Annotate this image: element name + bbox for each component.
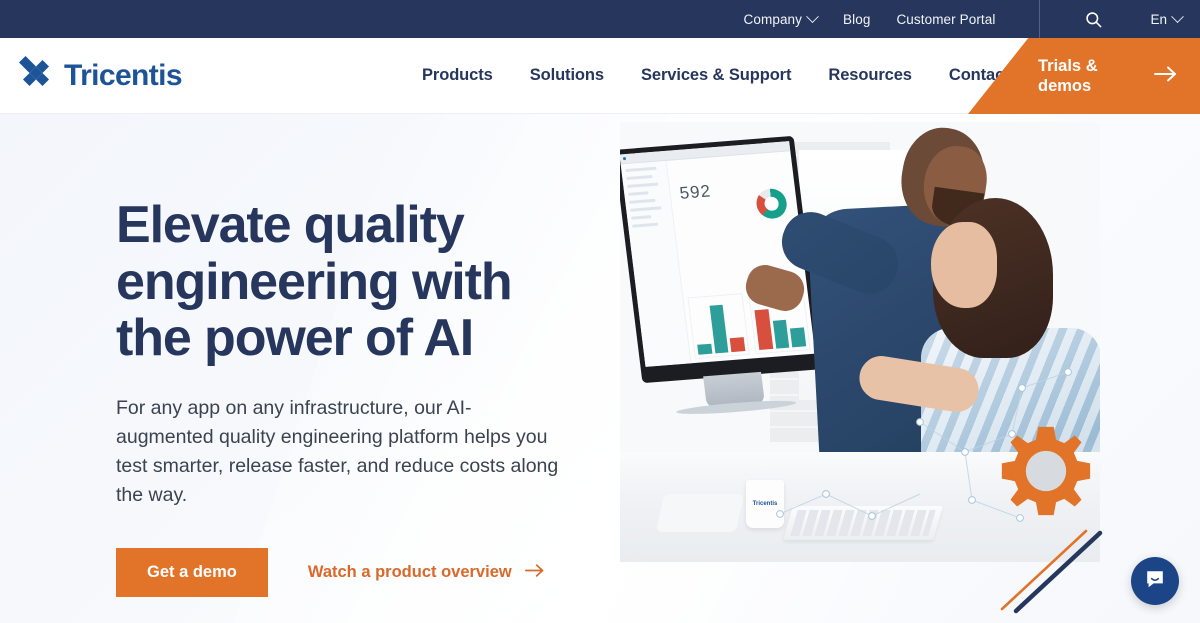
dashboard-sidebar-row — [626, 174, 653, 181]
utility-link-blog[interactable]: Blog — [843, 12, 870, 27]
dashboard-sidebar-row — [632, 222, 659, 228]
bar — [754, 309, 773, 350]
accent-lines-icon — [1000, 529, 1103, 614]
person-face — [931, 222, 997, 308]
dashboard-sidebar-row — [630, 206, 662, 212]
dashboard-logo-dot — [622, 157, 627, 161]
bar — [709, 305, 729, 354]
trials-demos-label: Trials & demos — [1038, 56, 1098, 95]
bar — [730, 337, 746, 353]
hero-title: Elevate quality engineering with the pow… — [116, 196, 513, 368]
utility-link-blog-label: Blog — [843, 11, 871, 27]
chevron-down-icon — [1171, 9, 1184, 23]
dashboard-bar-chart — [687, 293, 750, 360]
utility-link-company-label: Company — [743, 11, 803, 27]
search-icon[interactable] — [1080, 6, 1106, 32]
utility-link-customer-portal[interactable]: Customer Portal — [896, 12, 995, 27]
utility-divider — [1039, 0, 1041, 38]
desk-mug: Tricentis — [746, 480, 784, 528]
utility-link-company[interactable]: Company — [743, 9, 819, 27]
desk-keyboard — [783, 506, 943, 540]
trials-demos-button[interactable]: Trials & demos — [968, 38, 1200, 114]
bar — [697, 344, 713, 355]
main-navigation: Tricentis Products Solutions Services & … — [0, 38, 1200, 114]
logo-home-link[interactable]: Tricentis — [17, 56, 183, 95]
primary-nav-links: Products Solutions Services & Support Re… — [422, 66, 1010, 85]
utility-links: Company Blog Customer Portal En — [743, 0, 1184, 38]
chevron-down-icon — [806, 9, 819, 23]
chat-widget-button[interactable] — [1131, 557, 1179, 605]
get-a-demo-button[interactable]: Get a demo — [116, 548, 268, 597]
dashboard-sidebar-row — [627, 182, 659, 188]
utility-bar: Company Blog Customer Portal En — [0, 0, 1200, 38]
hero-actions: Get a demo Watch a product overview — [116, 548, 560, 597]
chat-bubble-icon — [1143, 567, 1167, 596]
arrow-right-icon — [524, 563, 545, 583]
dashboard-body: 592 — [620, 151, 815, 367]
hero-copy: Elevate quality engineering with the pow… — [0, 114, 560, 623]
hero-subtitle: For any app on any infrastructure, our A… — [116, 397, 559, 506]
dashboard-sidebar-row — [631, 215, 652, 220]
dashboard-sidebar-row — [629, 198, 656, 204]
mug-brand-label: Tricentis — [752, 501, 778, 507]
utility-link-customer-portal-label: Customer Portal — [896, 11, 996, 27]
dashboard-sidebar-row — [628, 191, 649, 196]
nav-item-products[interactable]: Products — [422, 66, 493, 85]
dashboard-sidebar-row — [625, 166, 658, 173]
watch-product-overview-link[interactable]: Watch a product overview — [308, 563, 545, 583]
language-selector[interactable]: En — [1150, 9, 1184, 27]
bar — [772, 319, 790, 349]
logo-wordmark: Tricentis — [64, 58, 183, 92]
tricentis-x-logo-icon — [17, 56, 55, 95]
arrow-right-icon — [1154, 65, 1178, 88]
nav-item-resources[interactable]: Resources — [828, 66, 912, 85]
nav-item-solutions[interactable]: Solutions — [530, 66, 604, 85]
language-selector-label: En — [1150, 11, 1167, 27]
watch-product-overview-label: Watch a product overview — [307, 563, 512, 582]
nav-item-services-support[interactable]: Services & Support — [641, 66, 792, 85]
gear-icon — [1001, 426, 1091, 516]
hero-image: 592 Tricentis — [600, 114, 1200, 623]
hero-section: Elevate quality engineering with the pow… — [0, 114, 1200, 623]
desk-mousepad — [655, 494, 745, 532]
